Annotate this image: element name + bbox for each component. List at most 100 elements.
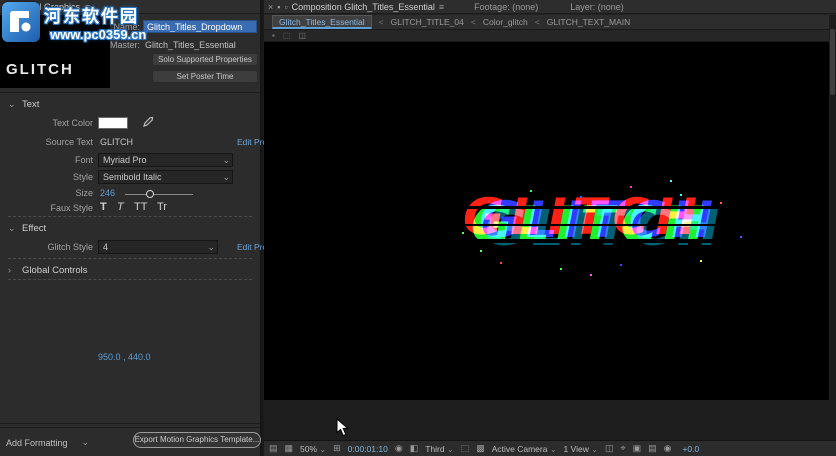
pixel-aspect-icon[interactable]: ◫	[605, 443, 614, 454]
faux-all-caps-button[interactable]: TT	[134, 201, 147, 213]
style-label: Style	[0, 172, 93, 182]
chevron-down-icon: ⌄	[207, 241, 215, 254]
text-color-swatch[interactable]	[98, 117, 128, 129]
thumbnail-text: GLITCH	[6, 61, 74, 78]
magnification-select[interactable]: 50% ⌄	[300, 444, 326, 454]
breadcrumb-separator: <	[471, 17, 476, 27]
tab-layer[interactable]: Layer: (none)	[570, 2, 624, 12]
chevron-down-icon: ⌄	[222, 171, 230, 184]
panel-menu-icon[interactable]: ≡	[439, 2, 444, 12]
chevron-right-icon[interactable]: ›	[8, 265, 16, 275]
glitch-slice	[446, 239, 774, 243]
size-slider-handle[interactable]	[146, 190, 154, 198]
section-global-title: Global Controls	[22, 265, 87, 276]
solo-supported-properties-button[interactable]: Solo Supported Properties	[152, 53, 258, 66]
section-text[interactable]: ⌄ Text	[0, 97, 260, 111]
glitch-style-dropdown[interactable]: 4 ⌄	[98, 240, 218, 254]
source-text-label: Source Text	[0, 137, 93, 147]
export-motion-graphics-template-button[interactable]: Export Motion Graphics Template...	[133, 432, 261, 448]
faux-bold-button[interactable]: T	[100, 201, 107, 213]
chevron-down-icon: ⌄	[591, 445, 598, 454]
breadcrumb-separator: <	[535, 17, 540, 27]
breadcrumb-separator: <	[379, 17, 384, 27]
region-of-interest-icon[interactable]: ⬚	[461, 443, 470, 454]
watermark-logo-icon	[2, 2, 40, 42]
timeline-icon[interactable]: ▣	[633, 443, 642, 454]
viewer-icon-strip: ▪ ⬚ ◫	[264, 30, 836, 42]
essential-graphics-panel: Essential Graphics ≡ GLITCH Name: Glitch…	[0, 0, 262, 456]
resolution-value: Third	[425, 444, 444, 454]
chevron-down-icon: ⌄	[550, 445, 557, 454]
tab-footage[interactable]: Footage: (none)	[474, 2, 538, 12]
channels-icon[interactable]: ◧	[410, 443, 419, 454]
template-name-input[interactable]: Glitch_Titles_Dropdown	[143, 20, 257, 33]
breadcrumb-item[interactable]: GLITCH_TEXT_MAIN	[547, 17, 631, 27]
transparency-grid-icon[interactable]: ▩	[476, 443, 485, 454]
grid-icon[interactable]: ▦	[285, 443, 294, 454]
viewer-pasteboard	[264, 400, 836, 440]
current-time-display[interactable]: 0:00:01:10	[348, 444, 388, 454]
chevron-down-icon: ⌄	[222, 154, 230, 167]
text-color-label: Text Color	[0, 118, 93, 128]
close-icon[interactable]: ×	[268, 2, 273, 12]
reset-exposure-icon[interactable]: ◉	[664, 443, 672, 454]
size-value[interactable]: 246	[100, 188, 115, 198]
view-layout-select[interactable]: 1 View ⌄	[564, 444, 598, 454]
section-global-controls[interactable]: › Global Controls	[0, 263, 260, 277]
section-text-title: Text	[22, 99, 39, 110]
after-effects-window: Essential Graphics ≡ GLITCH Name: Glitch…	[0, 0, 836, 456]
glitch-style-edit-link[interactable]: Edit Pro	[237, 242, 267, 252]
comp-flowchart-icon[interactable]: ▤	[648, 443, 657, 454]
chevron-down-icon[interactable]: ⌄	[8, 223, 16, 234]
panel-icon[interactable]: ▪	[272, 31, 275, 40]
exposure-value[interactable]: +0.0	[682, 444, 699, 454]
glitch-slice	[446, 206, 774, 209]
viewer-scrollbar[interactable]	[829, 15, 836, 400]
roi-icon[interactable]: ⬚	[283, 31, 291, 40]
watermark: 河东软件园 www.pc0359.cn	[2, 2, 146, 42]
add-formatting-dropdown[interactable]: Add Formatting ⌄	[6, 437, 89, 448]
breadcrumb-item[interactable]: GLITCH_TITLE_04	[391, 17, 464, 27]
style-value: Semibold Italic	[103, 172, 162, 182]
mouse-cursor-icon	[336, 418, 349, 440]
set-poster-time-button[interactable]: Set Poster Time	[152, 70, 258, 83]
glitch-slice	[446, 224, 774, 226]
faux-style-label: Faux Style	[0, 203, 93, 213]
section-effect[interactable]: ⌄ Effect	[0, 221, 260, 235]
faux-small-caps-button[interactable]: Tr	[157, 201, 167, 213]
composition-viewport[interactable]: GLITCH GLITCH GLITCH GLITCH	[264, 42, 836, 400]
lock-icon[interactable]: ▫	[284, 2, 287, 12]
eyedropper-icon[interactable]	[142, 116, 154, 128]
resolution-select[interactable]: Third ⌄	[425, 444, 453, 454]
breadcrumb-item[interactable]: Color_glitch	[483, 17, 528, 27]
chevron-down-icon[interactable]: ⌄	[8, 99, 16, 110]
breadcrumb-active-comp[interactable]: Glitch_Titles_Essential	[272, 15, 372, 29]
tab-composition[interactable]: Composition Glitch_Titles_Essential	[292, 2, 435, 12]
style-dropdown[interactable]: Semibold Italic ⌄	[98, 170, 233, 184]
font-value: Myriad Pro	[103, 155, 147, 165]
flowchart-icon[interactable]: ▤	[269, 443, 278, 454]
safe-zones-icon[interactable]: ⊞	[333, 443, 341, 454]
section-effect-title: Effect	[22, 223, 46, 234]
faux-italic-button[interactable]: T	[117, 201, 124, 213]
font-label: Font	[0, 155, 93, 165]
camera-view-select[interactable]: Active Camera ⌄	[492, 444, 557, 454]
glitch-text: GLITCH GLITCH GLITCH GLITCH	[470, 192, 750, 282]
glitch-style-label: Glitch Style	[0, 242, 93, 252]
size-label: Size	[0, 188, 93, 198]
viewer-scrollbar-thumb[interactable]	[830, 29, 835, 95]
chevron-down-icon: ⌄	[447, 445, 454, 454]
source-text-value[interactable]: GLITCH	[100, 137, 133, 147]
pixel-icon[interactable]: ◫	[298, 31, 306, 40]
composition-panel: × ▪ ▫ Composition Glitch_Titles_Essentia…	[264, 0, 836, 456]
watermark-site-name: 河东软件园	[44, 2, 146, 27]
glitch-slice	[446, 254, 774, 256]
viewer-toolbar: ▤ ▦ 50% ⌄ ⊞ 0:00:01:10 ◉ ◧ Third ⌄ ⬚ ▩ A…	[264, 440, 836, 456]
glitch-noise	[470, 192, 472, 194]
position-coordinates[interactable]: 950.0 , 440.0	[98, 352, 151, 362]
font-dropdown[interactable]: Myriad Pro ⌄	[98, 153, 233, 167]
master-comp-value[interactable]: Glitch_Titles_Essential	[145, 40, 236, 50]
snapshot-icon[interactable]: ◉	[395, 443, 403, 454]
size-slider-track[interactable]	[125, 194, 193, 195]
fast-previews-icon[interactable]: ⌖	[621, 443, 626, 454]
